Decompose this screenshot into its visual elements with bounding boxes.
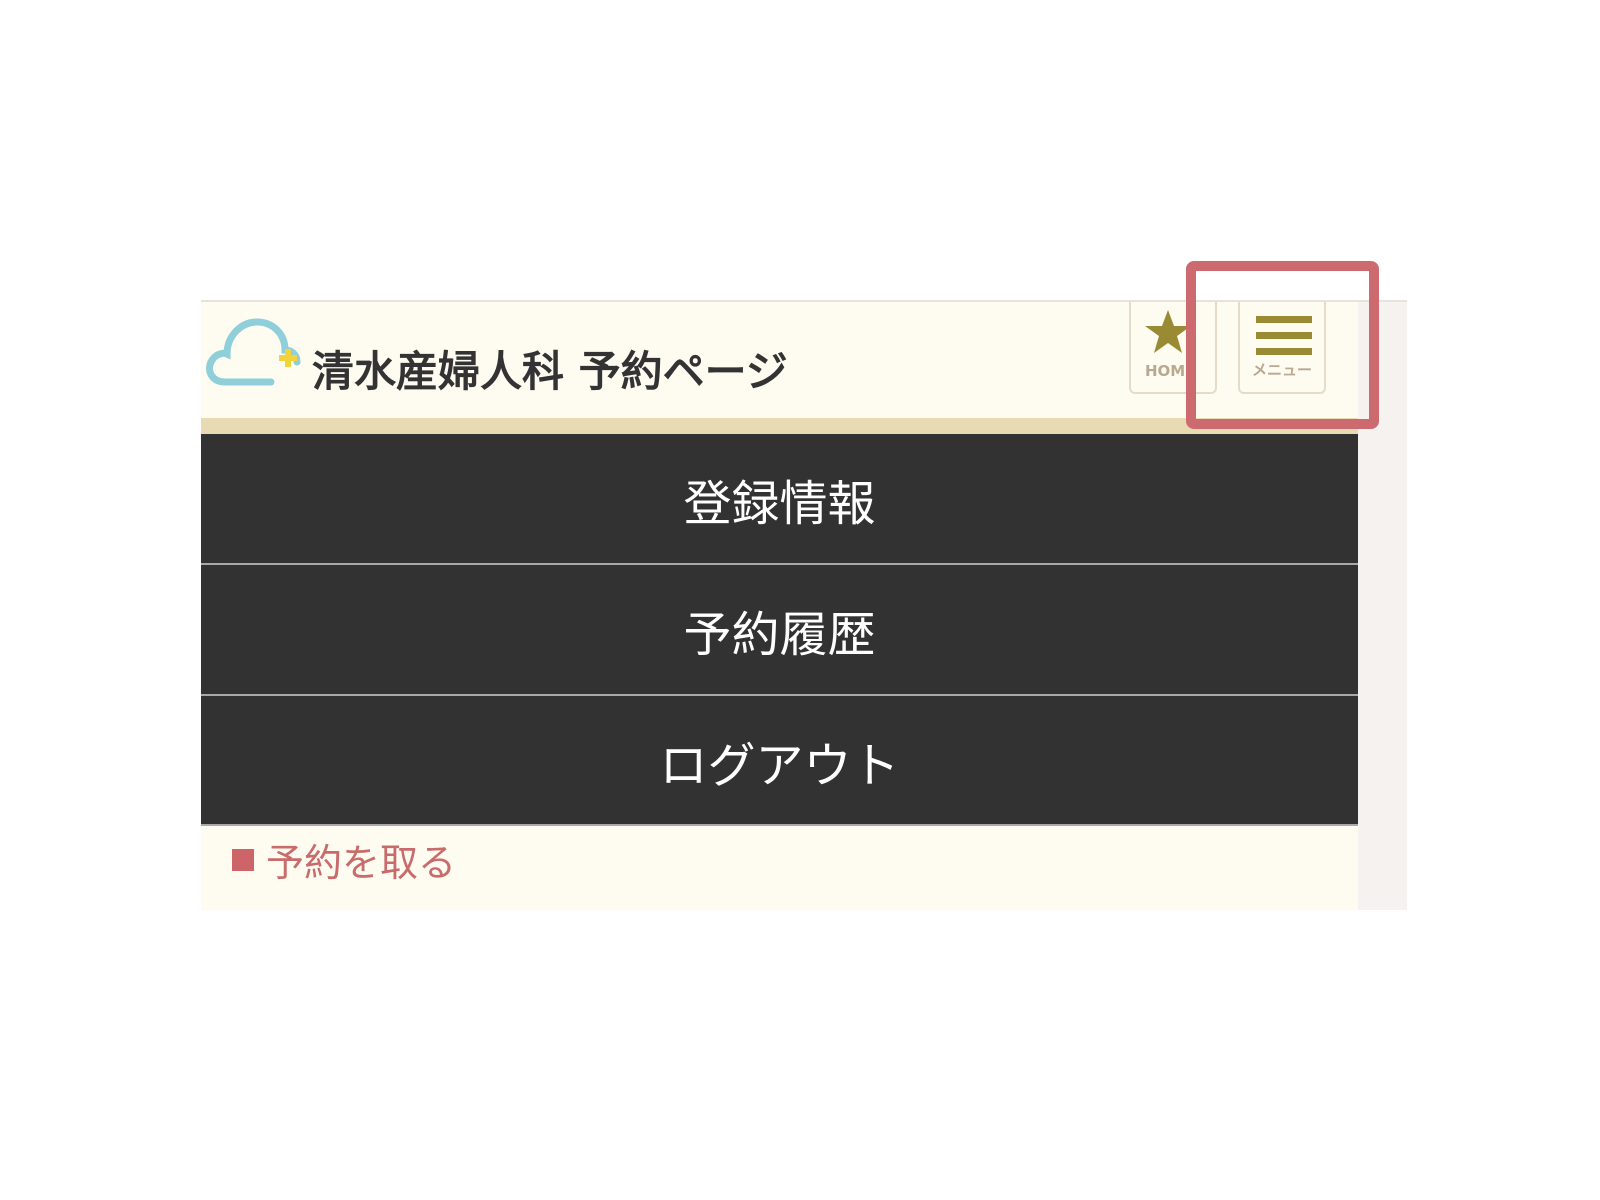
menu-item-label: 予約履歴 (683, 607, 876, 663)
cloud-plus-icon (206, 318, 301, 386)
home-button[interactable]: HOME (1129, 302, 1217, 394)
hamburger-icon (1256, 316, 1312, 355)
site-title: 清水産婦人科 予約ページ (312, 347, 788, 396)
menu-button[interactable]: メニュー (1238, 302, 1326, 394)
menu-label: メニュー (1251, 361, 1312, 379)
star-icon (1145, 310, 1191, 353)
menu-item-logout[interactable]: ログアウト (201, 696, 1358, 826)
home-label: HOME (1145, 362, 1196, 380)
menu-item-registration-info[interactable]: 登録情報 (201, 434, 1358, 564)
make-reservation-label: 予約を取る (266, 841, 457, 885)
make-reservation-link[interactable]: 予約を取る (232, 832, 456, 887)
menu-item-reservation-history[interactable]: 予約履歴 (201, 565, 1358, 695)
dropdown-menu: 登録情報 予約履歴 ログアウト (201, 434, 1358, 826)
square-icon (232, 848, 254, 871)
menu-item-label: 登録情報 (683, 476, 876, 532)
menu-item-label: ログアウト (659, 738, 900, 794)
header-underline (201, 418, 1358, 434)
